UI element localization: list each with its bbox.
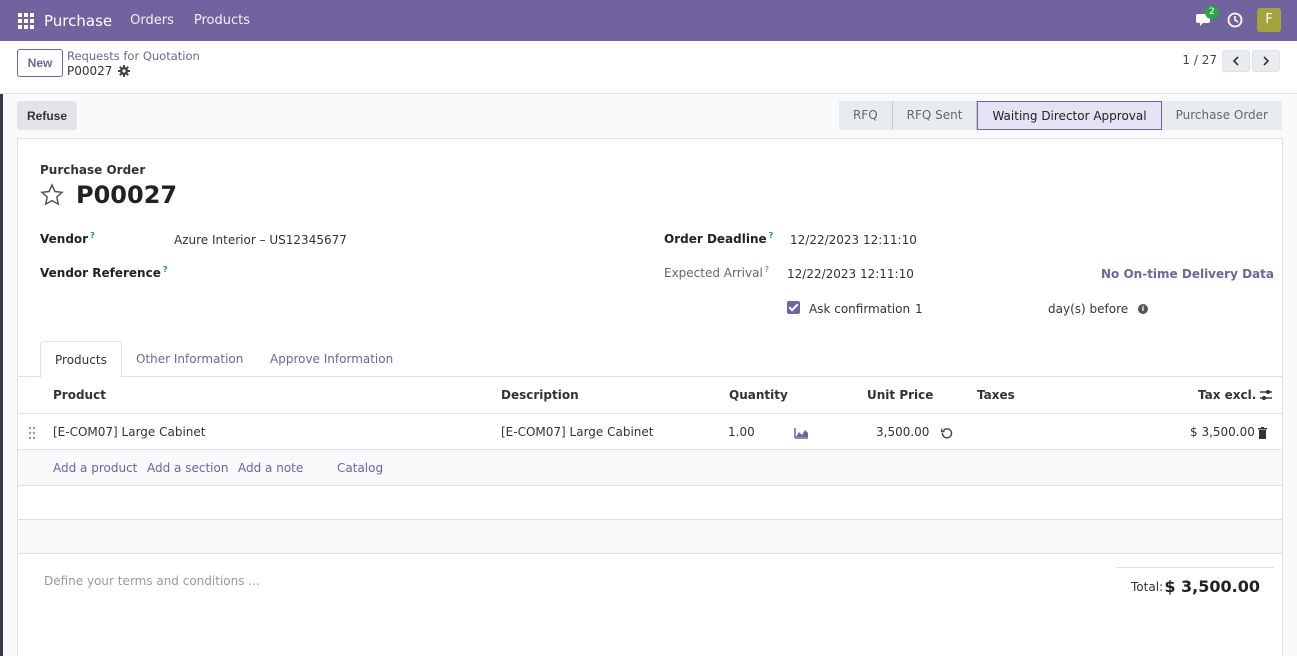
- menu-orders[interactable]: Orders: [130, 13, 174, 28]
- reset-price-icon[interactable]: [941, 427, 953, 439]
- vendor-reference-label: Vendor Reference?: [40, 265, 167, 280]
- col-description[interactable]: Description: [501, 388, 579, 402]
- pager-buttons: [1222, 50, 1280, 72]
- empty-row: [18, 486, 1282, 520]
- chat-badge: 2: [1205, 6, 1219, 19]
- chevron-right-icon: [1263, 56, 1270, 66]
- messaging-button[interactable]: 2: [1195, 6, 1219, 29]
- title-row: P00027: [40, 181, 177, 209]
- breadcrumb-current-label: P00027: [67, 64, 113, 78]
- tab-approve-information[interactable]: Approve Information: [256, 341, 407, 378]
- col-tax-excl[interactable]: Tax excl.: [1198, 388, 1256, 402]
- forecast-chart-icon[interactable]: [794, 427, 809, 439]
- record-title: P00027: [76, 181, 178, 209]
- order-deadline-label: Order Deadline?: [664, 231, 773, 246]
- optional-columns-icon[interactable]: [1259, 388, 1273, 402]
- menu-products[interactable]: Products: [194, 13, 250, 28]
- pager-next-button[interactable]: [1252, 50, 1280, 72]
- total-box: Total: $ 3,500.00: [1116, 567, 1274, 603]
- order-deadline-label-text: Order Deadline: [664, 232, 767, 246]
- stage-rfq-sent[interactable]: RFQ Sent: [892, 101, 978, 130]
- refuse-button[interactable]: Refuse: [17, 101, 77, 130]
- table-row[interactable]: [E-COM07] Large Cabinet [E-COM07] Large …: [18, 413, 1282, 450]
- col-product[interactable]: Product: [53, 388, 106, 402]
- on-time-delivery-link[interactable]: No On-time Delivery Data: [1101, 267, 1274, 281]
- stage-rfq[interactable]: RFQ: [838, 101, 893, 130]
- gear-icon[interactable]: [118, 65, 131, 77]
- line-product[interactable]: [E-COM07] Large Cabinet: [53, 425, 206, 439]
- catalog-link[interactable]: Catalog: [337, 461, 383, 475]
- chevron-left-icon: [1232, 56, 1239, 66]
- col-quantity[interactable]: Quantity: [729, 388, 788, 402]
- line-quantity[interactable]: 1.00: [728, 425, 755, 439]
- vendor-label: Vendor?: [40, 231, 95, 246]
- ask-confirmation-label: Ask confirmation: [809, 302, 911, 316]
- vendor-reference-label-text: Vendor Reference: [40, 266, 161, 280]
- status-bar: Refuse RFQ RFQ Sent Waiting Director App…: [0, 94, 1297, 138]
- expected-arrival-label: Expected Arrival?: [664, 265, 769, 280]
- stage-waiting-director-approval[interactable]: Waiting Director Approval: [977, 101, 1162, 130]
- vendor-ref-help-mark[interactable]: ?: [163, 265, 168, 274]
- form-sheet: Purchase Order P00027 Vendor? Azure Inte…: [17, 138, 1283, 656]
- order-deadline-help-mark[interactable]: ?: [769, 231, 774, 240]
- order-deadline-field[interactable]: 12/22/2023 12:11:10: [790, 233, 917, 247]
- info-icon[interactable]: i: [1138, 304, 1148, 314]
- vendor-field[interactable]: Azure Interior – US12345677: [174, 233, 347, 247]
- vendor-reference-field[interactable]: [174, 267, 474, 283]
- pager-previous-button[interactable]: [1222, 50, 1250, 72]
- line-unit-price[interactable]: 3,500.00: [876, 425, 929, 439]
- breadcrumb-current: P00027: [67, 64, 131, 78]
- terms-conditions-field[interactable]: Define your terms and conditions ...: [44, 574, 260, 588]
- days-before-label: day(s) before: [1048, 302, 1129, 316]
- expected-arrival-label-text: Expected Arrival: [664, 266, 763, 280]
- star-icon[interactable]: [40, 183, 64, 207]
- expected-arrival-help-mark[interactable]: ?: [765, 265, 769, 274]
- drag-handle-icon[interactable]: [28, 426, 36, 440]
- top-navbar: Purchase Orders Products 2 F: [0, 0, 1297, 41]
- col-taxes[interactable]: Taxes: [977, 388, 1015, 402]
- doc-type-label: Purchase Order: [40, 163, 146, 177]
- col-unit-price[interactable]: Unit Price: [867, 388, 933, 402]
- clock-icon[interactable]: [1227, 12, 1243, 28]
- add-product-link[interactable]: Add a product: [53, 461, 137, 475]
- stage-pipeline: RFQ RFQ Sent Waiting Director Approval P…: [838, 101, 1282, 130]
- notebook-tabs: Products Other Information Approve Infor…: [18, 341, 1282, 378]
- total-value: $ 3,500.00: [1164, 577, 1260, 596]
- add-note-link[interactable]: Add a note: [238, 461, 303, 475]
- add-section-link[interactable]: Add a section: [147, 461, 228, 475]
- apps-grid-icon[interactable]: [18, 12, 34, 29]
- add-line-row: Add a product Add a section Add a note C…: [18, 450, 1282, 486]
- app-title[interactable]: Purchase: [44, 12, 112, 30]
- stage-purchase-order[interactable]: Purchase Order: [1161, 101, 1282, 130]
- vendor-help-mark[interactable]: ?: [90, 231, 95, 240]
- total-label: Total:: [1131, 580, 1164, 594]
- control-panel: New Requests for Quotation P00027 1 / 27: [0, 41, 1297, 94]
- order-lines-header: Product Description Quantity Unit Price …: [18, 377, 1282, 413]
- expected-arrival-field[interactable]: 12/22/2023 12:11:10: [787, 267, 914, 281]
- ask-confirmation-checkbox[interactable]: [787, 301, 800, 314]
- tab-other-information[interactable]: Other Information: [122, 341, 257, 378]
- vendor-label-text: Vendor: [40, 232, 89, 246]
- reminder-days-field[interactable]: 1: [915, 302, 923, 316]
- tab-products[interactable]: Products: [40, 341, 122, 378]
- user-avatar[interactable]: F: [1257, 8, 1281, 32]
- breadcrumb-parent[interactable]: Requests for Quotation: [67, 49, 200, 63]
- new-button[interactable]: New: [17, 49, 63, 77]
- trash-icon[interactable]: [1257, 427, 1268, 439]
- empty-row: [18, 520, 1282, 554]
- systray: 2 F: [1195, 6, 1281, 32]
- pager-value[interactable]: 1 / 27: [1182, 53, 1217, 67]
- line-description[interactable]: [E-COM07] Large Cabinet: [501, 425, 654, 439]
- line-tax-excl: $ 3,500.00: [1190, 425, 1255, 439]
